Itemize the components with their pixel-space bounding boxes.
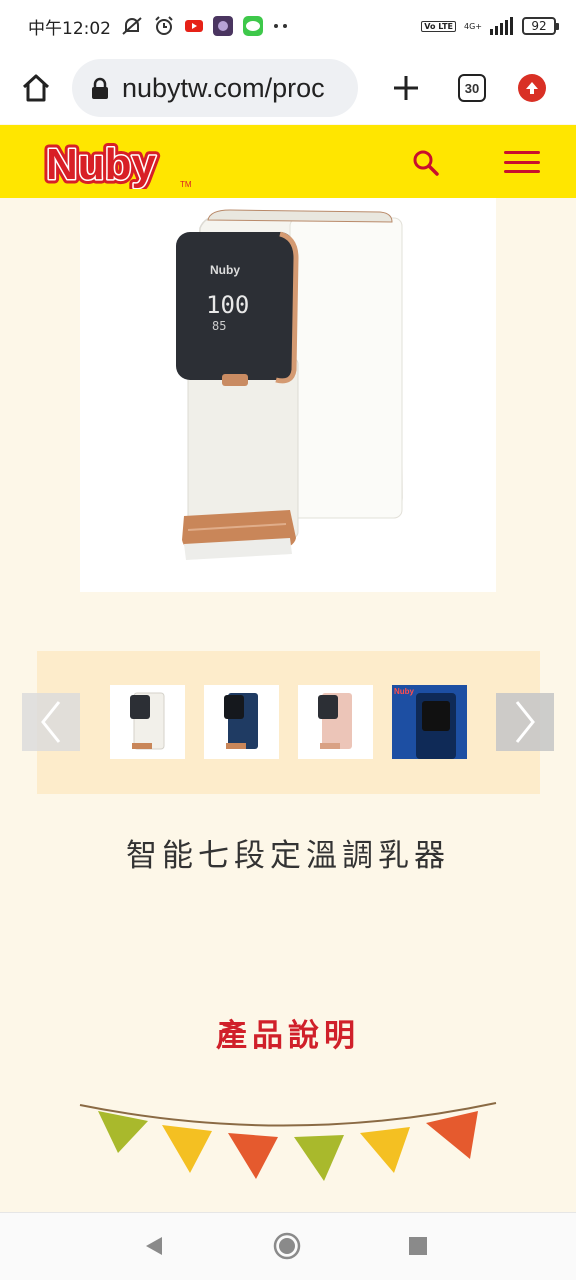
alarm-icon (153, 15, 175, 37)
home-circle-icon (273, 1232, 301, 1260)
status-bar: 中午12:02 Vo LTE 4G+ 92 (0, 0, 576, 52)
url-text: nubytw.com/proc (122, 72, 325, 103)
chevron-left-icon (41, 701, 61, 743)
nav-recent-button[interactable] (408, 1236, 428, 1260)
thumbnail-white[interactable] (110, 685, 185, 759)
search-button[interactable] (412, 149, 440, 177)
carousel-next-button[interactable] (496, 693, 554, 751)
update-button[interactable] (518, 74, 546, 102)
menu-icon-bar (504, 160, 540, 164)
thumbnail-image: Nuby (392, 685, 467, 759)
status-time: 中午12:02 (28, 18, 111, 39)
svg-text:TM: TM (180, 180, 192, 189)
nav-back-button[interactable] (144, 1235, 164, 1261)
site-header: Nuby Nuby TM (0, 125, 576, 198)
lock-icon (92, 77, 108, 99)
recent-apps-icon (409, 1237, 427, 1255)
app-icon (213, 16, 233, 36)
volte-badge: Vo LTE (421, 20, 456, 32)
line-icon (243, 16, 263, 36)
home-icon (22, 74, 50, 102)
browser-toolbar: nubytw.com/proc 30 (0, 52, 576, 124)
menu-icon-bar (504, 170, 540, 173)
menu-button[interactable] (504, 151, 540, 173)
back-triangle-icon (146, 1237, 162, 1255)
section-title: 產品說明 (216, 1018, 360, 1054)
home-button[interactable] (14, 66, 58, 110)
system-nav-bar (0, 1212, 576, 1280)
thumbnail-pink[interactable] (298, 685, 373, 759)
svg-text:Nuby: Nuby (46, 140, 157, 189)
tab-switcher-button[interactable]: 30 (458, 74, 486, 102)
menu-icon-bar (504, 151, 540, 154)
new-tab-button[interactable] (384, 66, 428, 110)
thumbnail-image (130, 692, 165, 750)
search-icon (413, 150, 439, 176)
thumbnail-navy[interactable] (204, 685, 279, 759)
thumbnail-image (318, 693, 352, 749)
plus-icon (394, 76, 418, 100)
arrow-up-icon (526, 82, 538, 94)
chevron-right-icon (515, 701, 535, 743)
product-main-image: Nuby 100 85 (80, 198, 496, 592)
signal-bars-icon (490, 17, 514, 35)
mute-notification-icon (121, 16, 143, 36)
network-type: 4G+ (464, 21, 482, 31)
svg-text:85: 85 (212, 319, 226, 333)
battery-indicator: 92 (522, 17, 559, 35)
address-bar[interactable]: nubytw.com/proc (72, 59, 358, 117)
svg-text:100: 100 (206, 291, 249, 319)
youtube-icon (185, 19, 203, 33)
thumbnail-blue-closeup[interactable]: Nuby (392, 685, 467, 759)
carousel-prev-button[interactable] (22, 693, 80, 751)
nuby-logo[interactable]: Nuby Nuby TM (42, 136, 194, 194)
product-title: 智能七段定溫調乳器 (126, 838, 450, 874)
more-dots-icon (273, 23, 289, 29)
thumbnail-image (224, 693, 258, 749)
nav-home-button[interactable] (272, 1231, 302, 1265)
svg-text:Nuby: Nuby (394, 687, 415, 696)
svg-text:Nuby: Nuby (210, 263, 240, 277)
bunting-decoration (78, 1095, 498, 1185)
